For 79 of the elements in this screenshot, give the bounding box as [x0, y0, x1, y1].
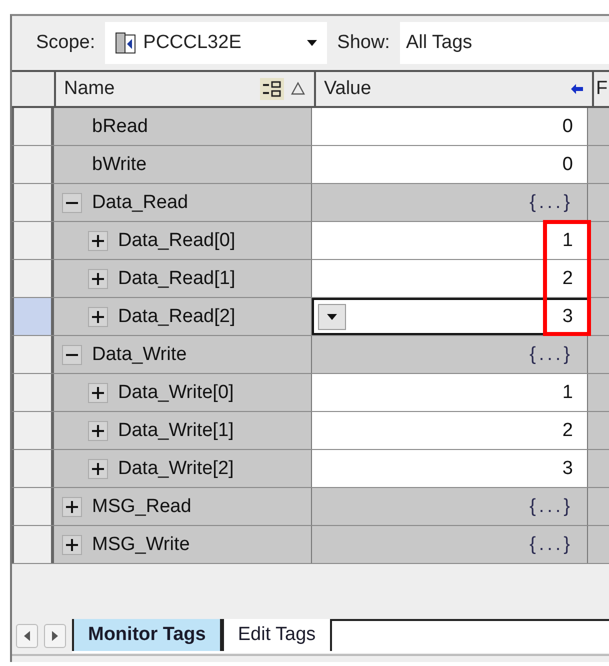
dropdown-button[interactable]	[318, 304, 346, 330]
expander-button[interactable]	[88, 268, 108, 288]
row-header[interactable]	[12, 146, 54, 183]
tab[interactable]: Edit Tags	[222, 619, 332, 651]
expander-button[interactable]	[88, 230, 108, 250]
plus-icon	[66, 500, 78, 512]
left-arrow-icon	[570, 83, 584, 95]
row-header[interactable]	[12, 374, 54, 411]
left-arrow-icon	[22, 631, 32, 641]
tag-name: Data_Read[0]	[118, 230, 236, 252]
plus-icon	[92, 424, 104, 436]
plus-icon	[92, 310, 104, 322]
tag-value: 2	[562, 268, 573, 290]
dropdown-arrow-icon	[327, 312, 337, 322]
column-cell	[588, 450, 609, 487]
row-header[interactable]	[12, 184, 54, 221]
expander-button[interactable]	[88, 420, 108, 440]
row-header[interactable]	[12, 108, 54, 145]
tag-name: Data_Read[1]	[118, 268, 236, 290]
row-header[interactable]	[12, 298, 54, 335]
scroll-right-button[interactable]	[44, 624, 66, 648]
row-header[interactable]	[12, 450, 54, 487]
tag-name: bWrite	[92, 154, 147, 176]
row-header[interactable]	[12, 488, 54, 525]
tag-value: {...}	[529, 192, 573, 214]
tag-name: Data_Write[2]	[118, 458, 234, 480]
expander-button[interactable]	[88, 382, 108, 402]
tag-value: {...}	[529, 496, 573, 518]
row-header[interactable]	[12, 412, 54, 449]
scroll-left-button[interactable]	[16, 624, 38, 648]
scope-label: Scope:	[36, 32, 96, 54]
controller-icon	[115, 30, 138, 56]
tag-name: MSG_Write	[92, 534, 190, 556]
scope-dropdown[interactable]: PCCCL32E	[105, 22, 328, 64]
plus-icon	[66, 538, 78, 550]
tag-value: 0	[562, 154, 573, 176]
tag-name: bRead	[92, 116, 148, 138]
tag-name: MSG_Read	[92, 496, 192, 518]
expander-button[interactable]	[62, 496, 82, 516]
column-cell	[588, 146, 609, 183]
tag-name: Data_Write	[92, 344, 187, 366]
expander-button[interactable]	[62, 192, 82, 212]
column-cell	[588, 108, 609, 145]
tag-value: 1	[562, 230, 573, 252]
expander-button[interactable]	[88, 458, 108, 478]
plus-icon	[92, 272, 104, 284]
row-header[interactable]	[12, 222, 54, 259]
column-cell	[588, 412, 609, 449]
show-filter-field[interactable]: All Tags	[400, 22, 609, 64]
plus-icon	[92, 462, 104, 474]
row-header[interactable]	[12, 260, 54, 297]
expander-button[interactable]	[62, 344, 82, 364]
plus-icon	[92, 234, 104, 246]
tag-name: Data_Read	[92, 192, 188, 214]
row-header[interactable]	[12, 336, 54, 373]
tag-value: {...}	[529, 534, 573, 556]
expander-button[interactable]	[62, 534, 82, 554]
tag-name: Data_Read[2]	[118, 306, 236, 328]
dropdown-arrow-icon	[307, 38, 318, 48]
column-cell	[588, 374, 609, 411]
right-arrow-icon	[50, 631, 60, 641]
column-header[interactable]: Name	[56, 72, 314, 106]
show-label: Show:	[337, 32, 390, 54]
expander-button[interactable]	[88, 306, 108, 326]
value-editor[interactable]: 3	[312, 298, 588, 335]
tag-value: 3	[562, 306, 573, 328]
tag-name: Data_Write[1]	[118, 420, 234, 442]
row-header[interactable]	[12, 526, 54, 563]
tag-value: 0	[562, 116, 573, 138]
column-header[interactable]: F	[594, 72, 609, 106]
tag-value: {...}	[529, 344, 573, 366]
column-header[interactable]: Value	[316, 72, 592, 106]
tag-value: 2	[562, 420, 573, 442]
tab[interactable]: Monitor Tags	[72, 619, 222, 651]
tag-value: 3	[562, 458, 573, 480]
plus-icon	[92, 386, 104, 398]
tag-value: 1	[562, 382, 573, 404]
tag-name: Data_Write[0]	[118, 382, 234, 404]
sort-icon	[260, 78, 306, 100]
